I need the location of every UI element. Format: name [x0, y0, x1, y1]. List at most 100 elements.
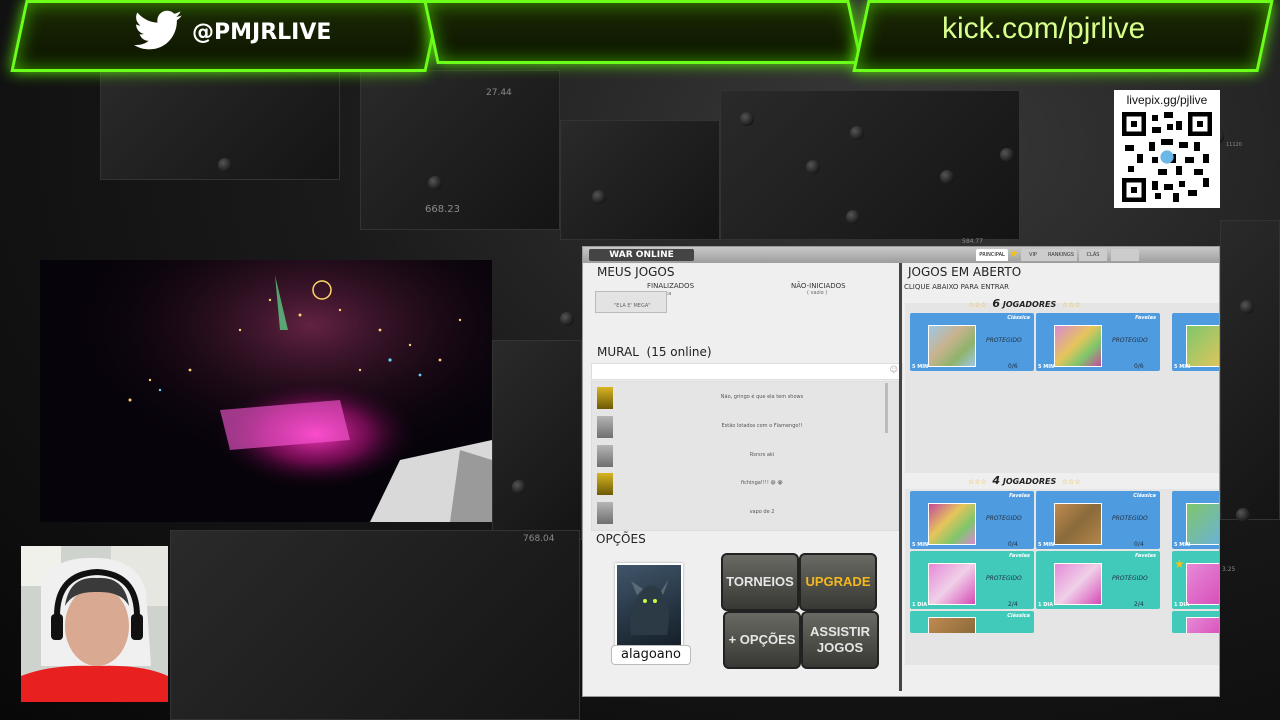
mais-opcoes-button[interactable]: + OPÇÕES: [723, 611, 801, 669]
favela-map-thumb: [928, 563, 976, 605]
player-count: 2/4: [1134, 601, 1144, 608]
message-text: vapo de 2: [749, 509, 775, 515]
bg-block: [360, 70, 560, 230]
game-card[interactable]: ★ 1 DIA: [1172, 551, 1219, 609]
video-frame: [40, 260, 492, 522]
turn-time: 5 MIN: [1174, 364, 1191, 370]
game-mode: Clássica: [1007, 315, 1030, 321]
message-text: Não, gringo é que ela tem shows: [720, 394, 804, 400]
player-count: 0/4: [1008, 541, 1018, 548]
players-number: 6: [992, 297, 1001, 310]
player-avatar[interactable]: [615, 563, 683, 651]
message-text: fichinga!!!! 😄 😭: [740, 480, 784, 486]
stars-icon: ☆☆☆: [1061, 301, 1081, 309]
six-players-title: ☆☆☆ 6 JOGADORES ☆☆☆: [968, 297, 1081, 310]
bg-block: [1220, 220, 1280, 520]
turn-time: 5 MIN: [912, 364, 929, 370]
mural-message-input[interactable]: ☺: [591, 363, 903, 380]
opcoes-title: OPÇÕES: [596, 532, 646, 546]
game-card[interactable]: Favelas PROTEGIDO 1 DIA 2/4: [910, 551, 1034, 609]
bg-dot: [940, 170, 954, 184]
mural-title: MURAL (15 online): [597, 345, 712, 359]
stars-icon: ☆☆☆: [968, 301, 987, 309]
qr-label: livepix.gg/pjlive: [1126, 93, 1208, 107]
bg-dot: [560, 312, 574, 326]
star-icon: ★: [1009, 247, 1019, 260]
players-label: JOGADORES: [1002, 300, 1057, 309]
game-status: PROTEGIDO: [986, 575, 1022, 582]
favela-map-thumb: [928, 503, 976, 545]
tab-vip[interactable]: VIP: [1021, 249, 1045, 261]
finished-game-tile[interactable]: "ELA E' MEGA": [595, 291, 667, 313]
turn-time: 5 MIN: [1038, 364, 1055, 370]
kick-url-text: kick.com/pjrlive: [942, 12, 1146, 45]
floating-number: 668.23: [425, 204, 460, 215]
emoji-icon[interactable]: ☺: [890, 365, 898, 374]
game-card[interactable]: Clássica PROTEGIDO 5 MIN 0/4: [1036, 491, 1160, 549]
game-card[interactable]: 5 MIN: [1172, 491, 1219, 549]
star-icon: ★: [1174, 557, 1185, 571]
mural-online-count: (15 online): [646, 345, 712, 359]
tab-rankings[interactable]: RANKINGS: [1045, 249, 1077, 261]
meus-jogos-title: MEUS JOGOS: [597, 265, 675, 279]
bg-dot: [846, 210, 860, 224]
bg-block: [720, 90, 1020, 240]
nao-iniciados-label[interactable]: NÃO-INICIADOS: [791, 282, 846, 290]
war-online-logo: WAR ONLINE: [589, 249, 694, 261]
bg-dot: [428, 176, 442, 190]
mural-message: fichinga!!!! 😄 😭: [597, 471, 873, 497]
player-count: 2/4: [1008, 601, 1018, 608]
mural-message: Estão lotados com o Flamengo!!: [597, 414, 873, 440]
monster-avatar-icon: [630, 579, 669, 635]
game-card[interactable]: Clássica: [910, 611, 1034, 633]
game-card[interactable]: 5 MIN: [1172, 313, 1219, 371]
center-banner: [423, 0, 863, 64]
game-card[interactable]: Favelas PROTEGIDO 1 DIA 2/4: [1036, 551, 1160, 609]
tab-principal[interactable]: PRINCIPAL: [976, 249, 1008, 261]
turn-time: 1 DIA: [912, 602, 928, 608]
turn-time: 5 MIN: [912, 542, 929, 548]
top-banner-bar: @PMJRLIVE kick.com/pjrlive: [0, 0, 1280, 72]
floating-number: 27.44: [486, 88, 512, 98]
classic-map-thumb: [928, 617, 976, 633]
turn-time: 5 MIN: [1174, 542, 1191, 548]
user-avatar: [597, 416, 613, 438]
bg-dot: [218, 158, 232, 172]
assistir-jogos-button[interactable]: ASSISTIR JOGOS: [801, 611, 879, 669]
game-card[interactable]: Favelas PROTEGIDO 5 MIN 0/6: [1036, 313, 1160, 371]
players-number: 4: [992, 474, 1001, 487]
floating-number: 584.77: [962, 238, 983, 245]
world-map-thumb: [928, 325, 976, 367]
game-card[interactable]: Clássica PROTEGIDO 5 MIN 0/6: [910, 313, 1034, 371]
game-header: WAR ONLINE PRINCIPAL ★ VIP RANKINGS CLÃS: [583, 247, 1219, 263]
tab-extra[interactable]: [1111, 249, 1139, 261]
game-card[interactable]: Favelas PROTEGIDO 5 MIN 0/4: [910, 491, 1034, 549]
bg-dot: [806, 160, 820, 174]
game-mode: Clássica: [1007, 613, 1030, 619]
floating-number: 768.04: [523, 534, 555, 544]
finalizados-label[interactable]: FINALIZADOS: [647, 282, 694, 290]
upgrade-button[interactable]: UPGRADE: [799, 553, 877, 611]
webcam-frame: [21, 546, 168, 702]
stars-icon: ☆☆☆: [968, 478, 987, 486]
clique-abaixo-subtitle: CLIQUE ABAIXO PARA ENTRAR: [904, 283, 1009, 291]
open-games-column: JOGOS EM ABERTO CLIQUE ABAIXO PARA ENTRA…: [899, 263, 1219, 691]
game-mode: Favelas: [1135, 315, 1156, 321]
players-label: JOGADORES: [1002, 477, 1057, 486]
bg-block: [560, 120, 720, 240]
tab-clas[interactable]: CLÃS: [1079, 249, 1107, 261]
bg-dot: [1000, 148, 1014, 162]
user-avatar: [597, 502, 613, 524]
player-count: 0/4: [1134, 541, 1144, 548]
twitter-bird-icon: [134, 10, 182, 50]
turn-time: 1 DIA: [1174, 602, 1190, 608]
mural-scrollbar[interactable]: [885, 383, 888, 433]
bg-dot: [740, 112, 754, 126]
mural-message: Não, gringo é que ela tem shows: [597, 385, 873, 411]
user-avatar: [597, 445, 613, 467]
game-card[interactable]: [1172, 611, 1219, 633]
bg-block: [492, 340, 582, 540]
game-mode: Favelas: [1009, 493, 1030, 499]
mural-label: MURAL: [597, 345, 639, 359]
torneios-button[interactable]: TORNEIOS: [721, 553, 799, 611]
